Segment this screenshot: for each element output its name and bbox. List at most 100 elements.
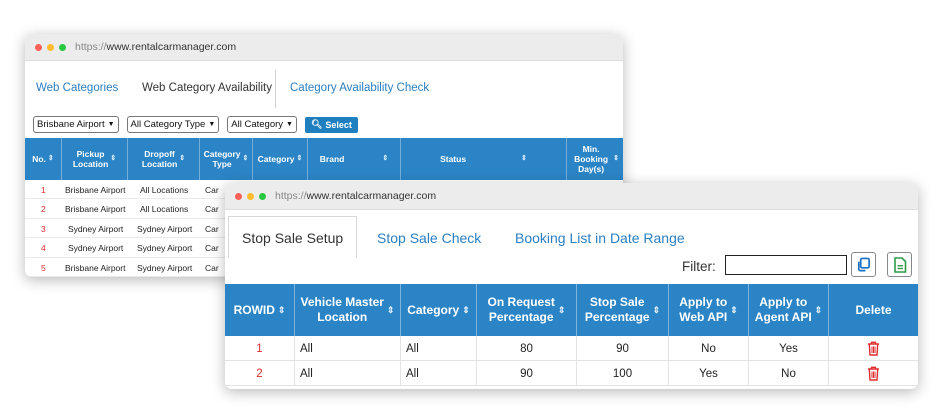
sort-icon: ⇕ [277, 304, 286, 315]
tab-stop-sale-check[interactable]: Stop Sale Check [377, 230, 481, 246]
col-agent-label: Apply to Agent API [755, 295, 812, 325]
sort-icon: ⇕ [386, 304, 395, 315]
chevron-down-icon: ▼ [208, 121, 216, 128]
url-host: www.rentalcarmanager.com [306, 190, 437, 202]
row-rowid[interactable]: 2 [225, 361, 295, 386]
tab-web-category-availability[interactable]: Web Category Availability [142, 82, 272, 94]
back-url[interactable]: https://www.rentalcarmanager.com [75, 41, 236, 53]
sort-icon: ⇕ [462, 304, 470, 315]
minimize-dot-icon[interactable] [247, 192, 254, 200]
col-vml-label: Vehicle Master Location [301, 295, 384, 325]
tab-category-availability-check[interactable]: Category Availability Check [290, 82, 429, 94]
col-pickup-label: Pickup Location [73, 149, 108, 169]
col-dropoff-line1: Dropoff [144, 149, 175, 159]
col-agent-line2: Agent API [754, 310, 812, 324]
chevron-down-icon: ▼ [286, 121, 293, 128]
close-dot-icon[interactable] [35, 43, 42, 51]
col-category-type[interactable]: Category Type ⇕ [200, 138, 253, 180]
location-select-value: Brisbane Airport [37, 119, 105, 130]
sort-icon: ⇕ [730, 304, 738, 315]
col-pickup[interactable]: Pickup Location ⇕ [62, 138, 128, 180]
tab-web-categories[interactable]: Web Categories [36, 82, 118, 94]
col-min-line1: Min. [582, 144, 600, 154]
row-dropoff: Sydney Airport [137, 223, 193, 234]
col-apply-web-api[interactable]: Apply to Web API ⇕ [669, 284, 749, 336]
col-delete-label: Delete [855, 302, 892, 317]
filter-bar: Brisbane Airport ▼ All Category Type ▼ All… [33, 116, 358, 133]
trash-icon [868, 366, 879, 381]
col-category-label: Category [407, 302, 460, 317]
delete-button[interactable] [829, 336, 918, 361]
col-status[interactable]: Status ⇕ [401, 138, 567, 180]
maximize-dot-icon[interactable] [59, 43, 66, 51]
tab-booking-list-date-range[interactable]: Booking List in Date Range [515, 230, 685, 246]
filter-input[interactable] [725, 255, 847, 275]
url-prefix: https:// [75, 41, 107, 53]
col-pickup-line1: Pickup [76, 149, 105, 159]
col-category-type-label: Category Type [204, 149, 241, 169]
sort-icon: ⇕ [179, 155, 186, 162]
front-url[interactable]: https://www.rentalcarmanager.com [275, 190, 436, 202]
row-web-api: No [669, 336, 749, 361]
row-type: Car [205, 243, 219, 254]
tab-stop-sale-setup[interactable]: Stop Sale Setup [242, 230, 343, 246]
col-no-label: No. [32, 154, 46, 164]
col-orp-line2: Percentage [488, 310, 554, 324]
col-pickup-line2: Location [72, 159, 109, 169]
row-no: 4 [41, 243, 46, 254]
delete-button[interactable] [829, 361, 918, 386]
col-brand[interactable]: Brand ⇕ [308, 138, 401, 180]
maximize-dot-icon[interactable] [259, 192, 266, 200]
sort-icon: ⇕ [47, 155, 54, 162]
col-dropoff-line2: Location [141, 159, 178, 169]
sort-icon: ⇕ [382, 155, 389, 162]
col-stop-sale-percentage[interactable]: Stop Sale Percentage ⇕ [577, 284, 669, 336]
col-rowid-label: ROWID [233, 302, 275, 317]
select-button[interactable]: 🔍︎ Select [304, 116, 358, 133]
category-select[interactable]: All Category ▼ [227, 116, 297, 133]
col-on-request-percentage[interactable]: On Request Percentage ⇕ [477, 284, 577, 336]
row-dropoff: Sydney Airport [137, 243, 193, 254]
row-agent-api: No [749, 361, 829, 386]
col-rowid[interactable]: ROWID ⇕ [225, 284, 295, 336]
table-row[interactable]: 2 All All 90 100 Yes No [225, 361, 918, 386]
col-dropoff[interactable]: Dropoff Location ⇕ [128, 138, 200, 180]
row-pickup: Brisbane Airport [65, 185, 126, 195]
col-no[interactable]: No. ⇕ [25, 138, 62, 180]
row-type: Car [205, 223, 219, 234]
location-select[interactable]: Brisbane Airport ▼ [33, 116, 119, 133]
minimize-dot-icon[interactable] [47, 43, 54, 51]
col-category-label: Category [257, 154, 295, 164]
row-no: 5 [41, 262, 46, 273]
sort-icon: ⇕ [557, 304, 566, 315]
col-min-booking-days[interactable]: Min. Booking Day(s) ⇕ [567, 138, 623, 180]
row-category: All [401, 336, 477, 361]
copy-button[interactable] [851, 252, 876, 277]
col-orp-line1: On Request [487, 295, 555, 309]
col-delete[interactable]: Delete [829, 284, 918, 336]
col-web-label: Apply to Web API [679, 295, 727, 325]
close-dot-icon[interactable] [235, 192, 242, 200]
row-no: 1 [41, 185, 46, 195]
col-vml-line1: Vehicle Master [300, 295, 384, 309]
chevron-down-icon: ▼ [107, 121, 115, 128]
col-vehicle-master-location[interactable]: Vehicle Master Location ⇕ [295, 284, 401, 336]
front-titlebar: https://www.rentalcarmanager.com [225, 183, 918, 210]
row-no: 2 [41, 204, 46, 215]
row-rowid[interactable]: 1 [225, 336, 295, 361]
col-web-line2: Web API [679, 310, 728, 324]
col-category[interactable]: Category ⇕ [401, 284, 477, 336]
col-vml-line2: Location [317, 310, 368, 324]
category-type-select-value: All Category Type [130, 119, 206, 130]
category-type-select[interactable]: All Category Type ▼ [126, 116, 220, 133]
row-stop-sale: 90 [577, 336, 669, 361]
row-web-api: Yes [669, 361, 749, 386]
table-row[interactable]: 1 All All 80 90 No Yes [225, 336, 918, 361]
col-min-line2: Booking Day(s) [574, 154, 609, 174]
col-min-booking-days-label: Min. Booking Day(s) [571, 144, 611, 174]
col-apply-agent-api[interactable]: Apply to Agent API ⇕ [749, 284, 829, 336]
row-dropoff: All Locations [140, 185, 189, 195]
col-category[interactable]: Category ⇕ [253, 138, 308, 180]
spreadsheet-icon [893, 256, 906, 273]
export-excel-button[interactable] [887, 252, 912, 277]
